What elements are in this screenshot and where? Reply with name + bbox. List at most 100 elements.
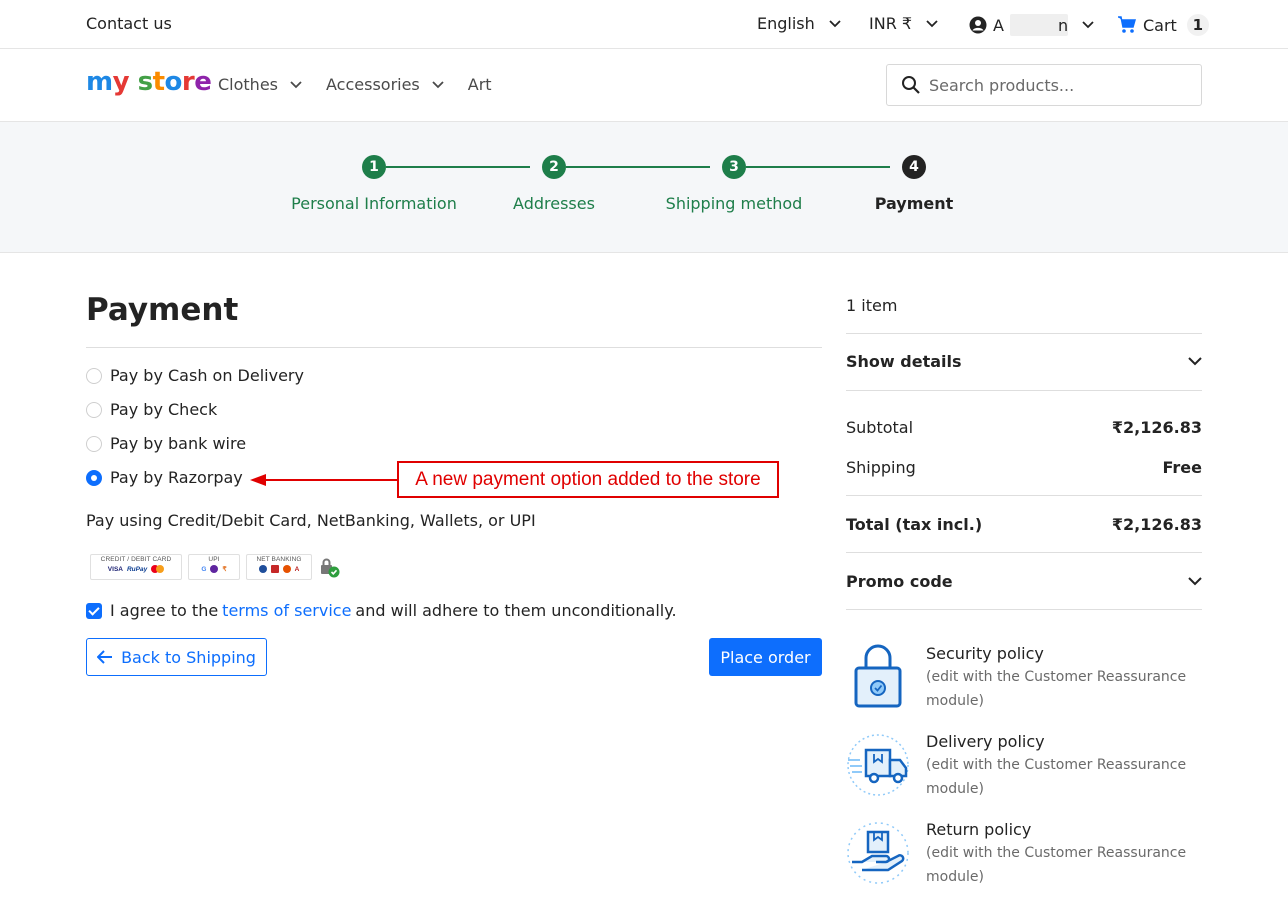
search-box: [886, 64, 1202, 106]
upi-badge-title: UPI: [208, 556, 220, 563]
chevron-down-icon: [1188, 357, 1202, 366]
chevron-down-icon: [926, 19, 938, 27]
reassurance-title: Security policy: [926, 644, 1044, 663]
divider: [846, 552, 1202, 553]
subtotal-label: Subtotal: [846, 418, 914, 437]
hand-box-icon: [846, 820, 926, 890]
payment-option-label: Pay by Razorpay: [110, 468, 243, 487]
razorpay-description: Pay using Credit/Debit Card, NetBanking,…: [86, 511, 536, 530]
search-icon[interactable]: [901, 75, 921, 95]
payment-option-label: Pay by bank wire: [110, 434, 247, 453]
step-3-number[interactable]: 3: [722, 155, 746, 179]
upi-badge: UPI G ₹: [188, 554, 240, 580]
step-2-label[interactable]: Addresses: [454, 194, 654, 213]
divider: [846, 333, 1202, 334]
divider: [846, 390, 1202, 391]
cart-icon: [1118, 16, 1136, 33]
payment-methods-badges: CREDIT / DEBIT CARD VISA RuPay UPI G ₹ N…: [90, 554, 342, 580]
arrow-left-icon: [97, 650, 113, 664]
chevron-down-icon: [432, 80, 444, 88]
total-row: Total (tax incl.) ₹2,126.83: [846, 515, 1202, 534]
reassurance-title: Delivery policy: [926, 732, 1045, 751]
nav-item-clothes[interactable]: Clothes: [218, 75, 302, 94]
divider: [86, 347, 822, 348]
gpay-icon: G: [201, 565, 207, 573]
nav-item-art[interactable]: Art: [468, 75, 492, 94]
page-title: Payment: [86, 292, 239, 328]
chevron-down-icon: [829, 19, 841, 27]
currency-selector[interactable]: INR ₹: [869, 14, 938, 33]
terms-checkbox[interactable]: [86, 602, 102, 619]
bank-icon: [282, 565, 291, 573]
netbanking-badge: NET BANKING A: [246, 554, 312, 580]
promo-code-label: Promo code: [846, 572, 953, 591]
rupay-logo: RuPay: [126, 565, 148, 573]
language-selector[interactable]: English: [757, 14, 841, 33]
card-badge-title: CREDIT / DEBIT CARD: [100, 556, 172, 563]
payment-option-cod[interactable]: Pay by Cash on Delivery: [86, 366, 304, 385]
show-details-toggle[interactable]: Show details: [846, 352, 1202, 371]
cart-label: Cart: [1143, 15, 1177, 35]
payment-option-label: Pay by Cash on Delivery: [110, 366, 304, 385]
radio-button[interactable]: [86, 401, 102, 418]
reassurance-delivery: Delivery policy (edit with the Customer …: [846, 732, 1202, 802]
nav-item-label: Clothes: [218, 75, 278, 94]
nav-item-label: Art: [467, 75, 492, 94]
shipping-value: Free: [1162, 458, 1203, 477]
currency-label: INR ₹: [869, 14, 913, 33]
cart-count-badge: 1: [1186, 14, 1209, 36]
chevron-down-icon: [1082, 21, 1094, 29]
payment-option-label: Pay by Check: [110, 400, 218, 419]
step-1-label[interactable]: Personal Information: [274, 194, 474, 213]
step-4-number: 4: [902, 155, 926, 179]
place-order-button[interactable]: Place order: [709, 638, 822, 676]
radio-button[interactable]: [86, 435, 102, 452]
mastercard-icon: [151, 565, 165, 573]
reassurance-subtitle: (edit with the Customer Reassurance modu…: [926, 757, 1187, 797]
payment-option-check[interactable]: Pay by Check: [86, 400, 217, 419]
main-nav: Clothes Accessories Art: [218, 75, 516, 94]
account-initial: A: [993, 15, 1004, 35]
subtotal-row: Subtotal ₹2,126.83: [846, 418, 1202, 437]
contact-us-link[interactable]: Contact us: [86, 14, 172, 33]
paytm-icon: ₹: [222, 566, 227, 573]
step-connector: [746, 166, 890, 168]
promo-code-toggle[interactable]: Promo code: [846, 572, 1202, 591]
annotation-callout: A new payment option added to the store: [397, 461, 779, 498]
cart-button[interactable]: Cart 1: [1117, 14, 1209, 36]
bank-icon: [270, 565, 279, 573]
account-menu[interactable]: A n: [969, 14, 1094, 36]
payment-option-bank-wire[interactable]: Pay by bank wire: [86, 434, 246, 453]
checkout-stepper: 1 2 3 4 Personal Information Addresses S…: [0, 122, 1288, 253]
card-badge: CREDIT / DEBIT CARD VISA RuPay: [90, 554, 182, 580]
terms-agreement: I agree to the terms of service and will…: [86, 601, 677, 620]
back-to-shipping-button[interactable]: Back to Shipping: [86, 638, 267, 676]
cart-item-count: 1 item: [846, 296, 898, 315]
terms-of-service-link[interactable]: terms of service: [222, 601, 351, 620]
visa-logo: VISA: [107, 565, 123, 573]
agree-suffix: and will adhere to them unconditionally.: [355, 601, 677, 620]
subtotal-value: ₹2,126.83: [1111, 418, 1202, 437]
radio-button[interactable]: [86, 367, 102, 384]
shipping-label: Shipping: [846, 458, 916, 477]
step-connector: [386, 166, 530, 168]
agree-prefix: I agree to the: [110, 601, 219, 620]
user-icon: [969, 16, 987, 34]
reassurance-security: Security policy (edit with the Customer …: [846, 644, 1202, 714]
step-3-label[interactable]: Shipping method: [634, 194, 834, 213]
nav-item-accessories[interactable]: Accessories: [326, 75, 444, 94]
account-tail: n: [1057, 15, 1069, 35]
reassurance-title: Return policy: [926, 820, 1032, 839]
reassurance-subtitle: (edit with the Customer Reassurance modu…: [926, 845, 1187, 885]
step-2-number[interactable]: 2: [542, 155, 566, 179]
store-logo[interactable]: my store: [86, 67, 212, 97]
payment-option-razorpay[interactable]: Pay by Razorpay: [86, 468, 243, 487]
search-input[interactable]: [929, 75, 1189, 95]
site-header: my store Clothes Accessories Art: [0, 49, 1288, 122]
step-1-number[interactable]: 1: [362, 155, 386, 179]
phonepe-icon: [210, 565, 219, 573]
total-label: Total (tax incl.): [846, 515, 983, 534]
radio-button-selected[interactable]: [86, 469, 102, 486]
nav-item-label: Accessories: [326, 75, 420, 94]
chevron-down-icon: [290, 80, 302, 88]
